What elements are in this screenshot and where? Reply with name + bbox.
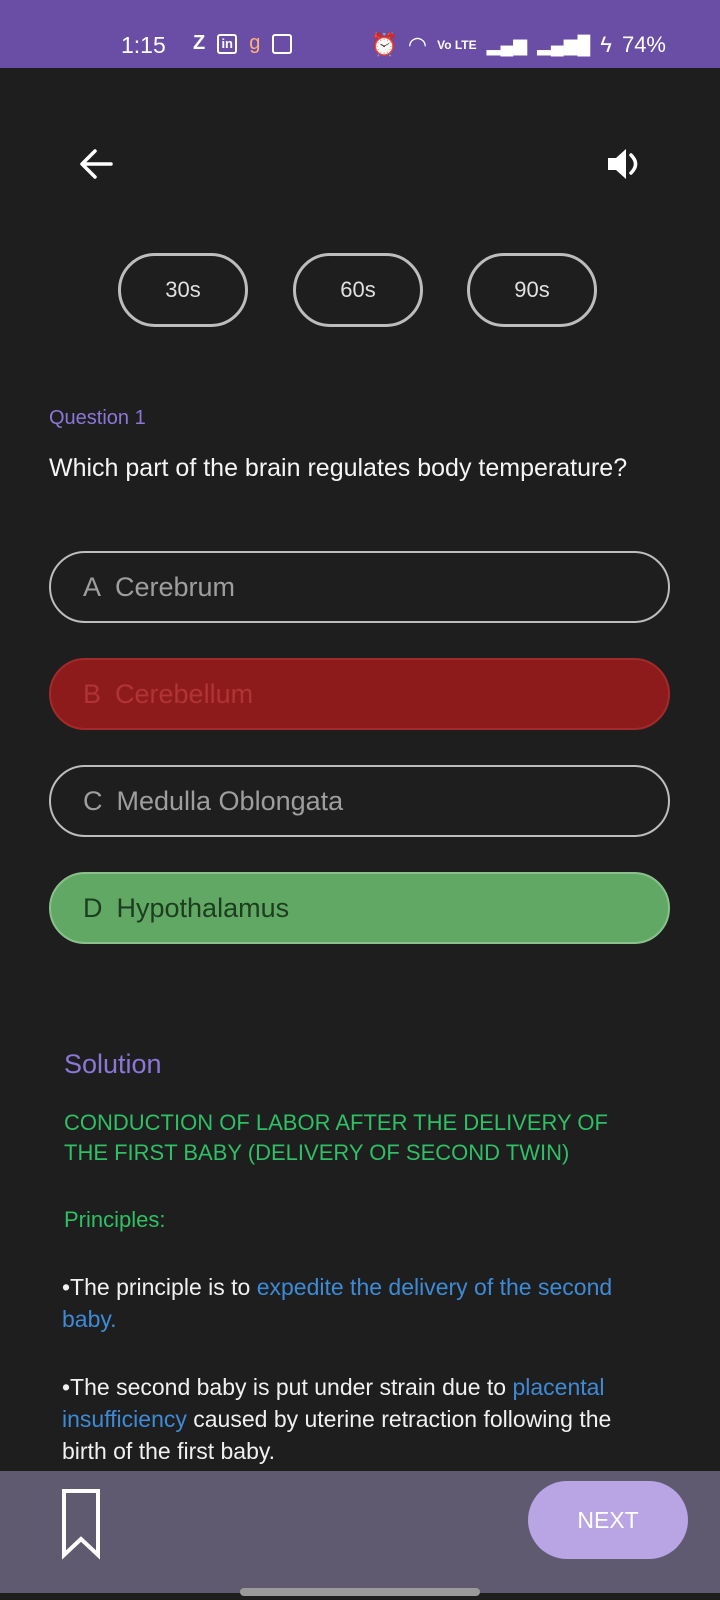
timer-60s-button[interactable]: 60s [293,253,423,327]
z-icon: Z [193,32,206,54]
wifi-icon: ◠ [407,32,428,57]
option-text: Cerebellum [115,678,254,709]
home-indicator[interactable] [240,1588,480,1596]
option-text: Cerebrum [115,571,236,602]
bottom-bar: NEXT [0,1471,720,1593]
timer-30s-button[interactable]: 30s [118,253,248,327]
system-status: ⏰ ◠ Vo LTE ▂▄▆ ▂▄▆█ ϟ 74% [370,32,666,58]
status-time: 1:15 [121,32,166,58]
option-b-wrong[interactable]: B Cerebellum [49,658,670,730]
bullet-text: •The second baby is put under strain due… [62,1374,513,1400]
principles-label: Principles: [64,1207,166,1232]
question-text: Which part of the brain regulates body t… [49,454,628,482]
next-button[interactable]: NEXT [528,1481,688,1559]
option-a[interactable]: A Cerebrum [49,551,670,623]
option-text: Hypothalamus [116,892,290,923]
battery-percent: 74% [621,32,666,57]
signal-icon: ▂▄▆ [486,34,528,55]
signal-icon-2: ▂▄▆█ [537,34,591,55]
option-letter: D [83,892,103,923]
timer-90s-button[interactable]: 90s [467,253,597,327]
option-text: Medulla Oblongata [116,785,344,816]
notification-icons: Z in g [193,32,293,55]
solution-bullet-1: •The principle is to expedite the delive… [62,1271,662,1335]
speaker-icon[interactable] [604,146,644,182]
solution-heading: CONDUCTION OF LABOR AFTER THE DELIVERY O… [64,1110,608,1165]
calendar-icon [272,33,293,54]
linkedin-icon: in [217,33,238,54]
status-bar: 1:15 Z in g ⏰ ◠ Vo LTE ▂▄▆ ▂▄▆█ ϟ 74% [0,0,720,68]
option-d-correct[interactable]: D Hypothalamus [49,872,670,944]
solution-title: Solution [64,1049,162,1079]
option-c[interactable]: C Medulla Oblongata [49,765,670,837]
question-label: Question 1 [49,407,146,429]
bullet-text: •The principle is to [62,1274,257,1300]
solution-bullet-2: •The second baby is put under strain due… [62,1371,662,1467]
option-letter: C [83,785,103,816]
arrow-left-icon[interactable] [78,146,114,182]
charging-icon: ϟ [600,32,612,57]
option-letter: A [83,571,102,602]
alarm-icon: ⏰ [370,32,398,57]
option-letter: B [83,678,102,709]
g-icon: g [249,32,261,54]
bookmark-icon[interactable] [60,1487,102,1561]
network-label: Vo LTE [437,38,477,52]
